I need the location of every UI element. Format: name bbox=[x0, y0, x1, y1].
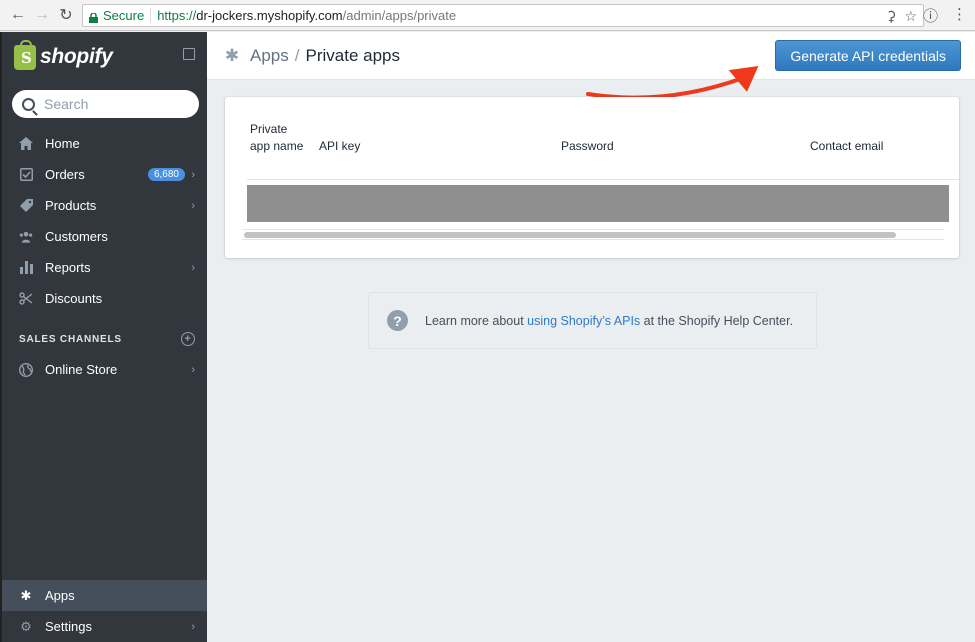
sales-channels-heading: SALES CHANNELS + bbox=[2, 324, 207, 354]
breadcrumb-apps[interactable]: Apps bbox=[250, 46, 289, 66]
column-header-password[interactable]: Password bbox=[561, 138, 614, 155]
orders-count-badge: 6,680 bbox=[147, 168, 185, 181]
sidebar-item-customers[interactable]: Customers bbox=[2, 221, 207, 252]
secure-label: Secure bbox=[103, 8, 145, 23]
external-link-icon[interactable] bbox=[183, 48, 195, 60]
redacted-table-row bbox=[247, 185, 949, 222]
globe-icon bbox=[19, 362, 33, 377]
column-header-contact-email[interactable]: Contact email bbox=[810, 138, 883, 155]
chevron-right-icon: › bbox=[191, 261, 195, 274]
star-icon[interactable]: ☆ bbox=[904, 8, 917, 25]
gear-icon: ⚙ bbox=[20, 618, 32, 634]
sidebar-item-home[interactable]: Home bbox=[2, 128, 207, 159]
api-docs-link[interactable]: using Shopify’s APIs bbox=[527, 314, 640, 328]
column-header-name[interactable]: Private app name bbox=[250, 121, 310, 155]
add-channel-icon[interactable]: + bbox=[181, 332, 195, 346]
chevron-right-icon: › bbox=[191, 199, 195, 212]
search-icon bbox=[22, 97, 35, 111]
breadcrumb-separator: / bbox=[294, 45, 300, 65]
sidebar-item-settings[interactable]: ⚙ Settings › bbox=[2, 611, 207, 642]
menu-icon[interactable]: ⋮ bbox=[952, 5, 967, 26]
brand[interactable]: S shopify bbox=[2, 32, 207, 82]
chevron-right-icon: › bbox=[191, 363, 195, 376]
key-icon[interactable]: ⚳ bbox=[886, 8, 896, 25]
sidebar-item-products[interactable]: Products › bbox=[2, 190, 207, 221]
sidebar-item-apps[interactable]: ✱ Apps bbox=[2, 580, 207, 611]
help-text: Learn more about using Shopify’s APIs at… bbox=[425, 313, 794, 328]
back-button[interactable]: ← bbox=[6, 3, 30, 27]
generate-api-credentials-button[interactable]: Generate API credentials bbox=[775, 40, 961, 71]
sidebar: S shopify Search Home Orders 6,680 › Pro… bbox=[0, 32, 207, 642]
chevron-right-icon: › bbox=[191, 620, 195, 633]
sidebar-item-discounts[interactable]: Discounts bbox=[2, 283, 207, 314]
secure-indicator[interactable]: Secure bbox=[83, 8, 152, 23]
puzzle-icon: ✱ bbox=[20, 587, 32, 603]
question-icon: ? bbox=[387, 310, 408, 331]
page-title: Private apps bbox=[305, 45, 400, 65]
help-footer: ? Learn more about using Shopify’s APIs … bbox=[368, 292, 817, 349]
info-icon[interactable]: ⓘ bbox=[923, 5, 938, 26]
brand-name: shopify bbox=[40, 45, 113, 68]
orders-icon bbox=[19, 168, 33, 182]
sidebar-item-orders[interactable]: Orders 6,680 › bbox=[2, 159, 207, 190]
reports-icon bbox=[19, 261, 33, 275]
search-placeholder: Search bbox=[44, 96, 89, 112]
chevron-right-icon: › bbox=[191, 168, 195, 181]
browser-toolbar: ← → ↻ Secure https://dr-jockers.myshopif… bbox=[0, 0, 975, 31]
home-icon bbox=[19, 137, 33, 151]
sidebar-item-reports[interactable]: Reports › bbox=[2, 252, 207, 283]
url-text: https://dr-jockers.myshopify.com/admin/a… bbox=[157, 8, 457, 23]
search-input[interactable]: Search bbox=[12, 90, 199, 118]
shopify-bag-icon: S bbox=[14, 39, 36, 70]
main-nav: Home Orders 6,680 › Products › Customers… bbox=[2, 128, 207, 385]
private-apps-table-card: Private app name API key Password Contac… bbox=[225, 97, 959, 258]
discounts-icon bbox=[19, 292, 33, 306]
sidebar-item-online-store[interactable]: Online Store › bbox=[2, 354, 207, 385]
tag-icon bbox=[19, 199, 33, 213]
puzzle-icon: ✱ bbox=[224, 45, 240, 65]
horizontal-scrollbar[interactable] bbox=[242, 229, 944, 240]
scrollbar-thumb[interactable] bbox=[244, 232, 896, 238]
table-header: Private app name API key Password Contac… bbox=[247, 97, 959, 180]
sidebar-bottom-nav: ✱ Apps ⚙ Settings › bbox=[2, 580, 207, 642]
column-header-api-key[interactable]: API key bbox=[319, 138, 360, 155]
lock-icon bbox=[89, 11, 98, 23]
address-bar[interactable]: Secure https://dr-jockers.myshopify.com/… bbox=[82, 4, 924, 27]
customers-icon bbox=[19, 230, 33, 244]
forward-button[interactable]: → bbox=[30, 3, 54, 27]
reload-button[interactable]: ↻ bbox=[54, 3, 78, 27]
